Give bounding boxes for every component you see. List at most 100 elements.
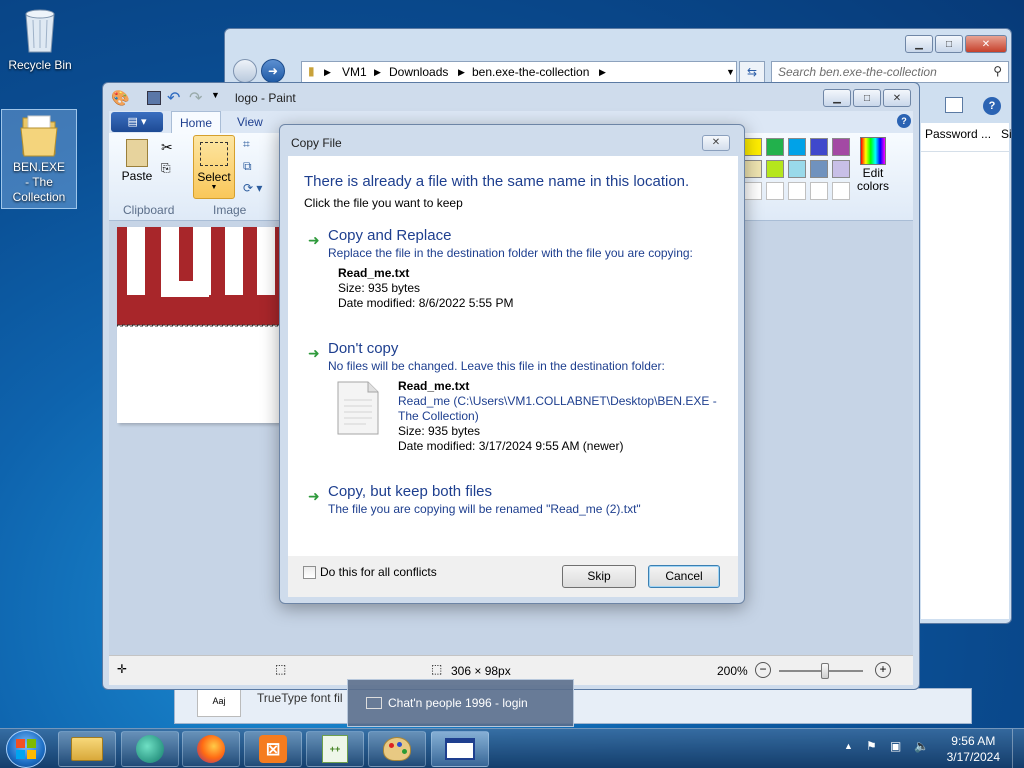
window-icon xyxy=(366,697,382,709)
color-swatch[interactable] xyxy=(810,138,828,156)
chevron-down-icon: ▼ xyxy=(210,184,218,191)
taskbar-preview-tooltip[interactable]: Chat'n people 1996 - login xyxy=(347,679,574,727)
chevron-right-icon[interactable]: ▶ xyxy=(458,67,465,78)
save-icon[interactable] xyxy=(147,91,161,105)
option-dont-copy[interactable]: ➜ Don't copy No files will be changed. L… xyxy=(308,340,728,470)
minimize-button[interactable]: ▁ xyxy=(905,35,933,53)
zoom-slider-thumb[interactable] xyxy=(821,663,830,679)
skip-button[interactable]: Skip xyxy=(562,565,636,588)
empty-color-swatch[interactable] xyxy=(766,182,784,200)
forward-button[interactable]: ➜ xyxy=(261,59,285,83)
copy-file-dialog[interactable]: Copy File ✕ There is already a file with… xyxy=(279,124,745,604)
network-icon[interactable]: ▣ xyxy=(890,739,901,753)
action-center-flag-icon[interactable]: ⚑ xyxy=(866,739,877,753)
color-swatch[interactable] xyxy=(766,138,784,156)
breadcrumb-vm1[interactable]: VM1 xyxy=(342,65,367,79)
search-input[interactable]: Search ben.exe-the-collection ⚲ xyxy=(771,61,1009,83)
cancel-button[interactable]: Cancel xyxy=(648,565,720,588)
color-swatch[interactable] xyxy=(810,160,828,178)
folder-icon xyxy=(71,737,103,761)
address-bar[interactable]: ▮ ▶ VM1 ▶ Downloads ▶ ben.exe-the-collec… xyxy=(301,61,737,83)
do-this-for-all-checkbox[interactable] xyxy=(303,566,316,579)
color-swatch[interactable] xyxy=(788,160,806,178)
image-dimensions: 306 × 98px xyxy=(451,664,511,678)
cut-icon[interactable]: ✂ xyxy=(161,139,173,156)
start-button[interactable] xyxy=(6,730,46,768)
help-icon[interactable]: ? xyxy=(897,114,911,128)
chevron-right-icon[interactable]: ▶ xyxy=(324,67,331,78)
select-button[interactable]: Select ▼ xyxy=(193,135,235,199)
preview-pane-button[interactable] xyxy=(945,97,963,113)
help-icon[interactable]: ? xyxy=(983,97,1001,115)
color-swatch[interactable] xyxy=(744,138,762,156)
notepad-plus-icon: ++ xyxy=(322,735,348,763)
file-list-pane[interactable]: Password ... Si xyxy=(921,123,1012,619)
empty-color-swatch[interactable] xyxy=(744,182,762,200)
windows-logo-icon xyxy=(16,739,36,759)
paint-menu-button[interactable]: ▤ ▾ xyxy=(111,112,163,132)
option-copy-and-replace[interactable]: ➜ Copy and Replace Replace the file in t… xyxy=(308,227,728,347)
rotate-icon[interactable]: ⟳ ▾ xyxy=(243,181,262,195)
column-header-password[interactable]: Password ... xyxy=(925,127,991,141)
option-description: The file you are copying will be renamed… xyxy=(328,502,641,516)
taskbar-notepad-plus[interactable]: ++ xyxy=(306,731,364,767)
copy-icon[interactable]: ⎘ xyxy=(161,161,171,176)
drawing-canvas[interactable] xyxy=(117,227,287,423)
refresh-button[interactable]: ⇆ xyxy=(739,61,765,83)
close-button[interactable]: ✕ xyxy=(702,135,730,151)
firefox-icon xyxy=(197,735,225,763)
color-swatch[interactable] xyxy=(832,160,850,178)
close-button[interactable]: ✕ xyxy=(883,89,911,107)
option-title: Copy, but keep both files xyxy=(328,483,492,500)
tab-home[interactable]: Home xyxy=(171,111,221,133)
option-keep-both[interactable]: ➜ Copy, but keep both files The file you… xyxy=(308,483,728,523)
taskbar-xampp[interactable]: ⊠ xyxy=(244,731,302,767)
edit-colors-button[interactable]: Edit colors xyxy=(851,135,895,199)
clipboard-group-label: Clipboard xyxy=(123,203,175,217)
clock[interactable]: 9:56 AM 3/17/2024 xyxy=(947,733,1000,765)
desktop-icon-label: Recycle Bin xyxy=(8,58,72,72)
column-header-size[interactable]: Si xyxy=(1001,127,1012,141)
redo-icon[interactable]: ↷ xyxy=(189,88,202,108)
show-hidden-icons[interactable]: ▲ xyxy=(844,741,853,751)
paste-button[interactable]: Paste xyxy=(117,137,157,193)
back-button[interactable] xyxy=(233,59,257,83)
tab-view[interactable]: View xyxy=(237,115,263,129)
desktop-icon-ben-exe-folder[interactable]: BEN.EXE - The Collection xyxy=(1,109,77,209)
volume-muted-icon[interactable]: 🔈 xyxy=(914,739,929,753)
chevron-right-icon[interactable]: ▶ xyxy=(374,67,381,78)
breadcrumb-downloads[interactable]: Downloads xyxy=(389,65,448,79)
empty-color-swatch[interactable] xyxy=(832,182,850,200)
color-swatch[interactable] xyxy=(788,138,806,156)
empty-color-swatch[interactable] xyxy=(788,182,806,200)
resize-icon[interactable]: ⧉ xyxy=(243,159,252,174)
address-dropdown-icon[interactable]: ▼ xyxy=(726,67,735,77)
crop-icon[interactable]: ⌗ xyxy=(243,137,250,152)
taskbar-explorer[interactable] xyxy=(58,731,116,767)
color-swatch[interactable] xyxy=(744,160,762,178)
taskbar-firefox[interactable] xyxy=(182,731,240,767)
zoom-slider[interactable] xyxy=(779,663,863,679)
quick-access-dropdown-icon[interactable]: ▼ xyxy=(211,90,220,100)
color-swatch[interactable] xyxy=(766,160,784,178)
zoom-out-button[interactable]: − xyxy=(755,662,771,678)
taskbar-paint[interactable] xyxy=(368,731,426,767)
breadcrumb-folder[interactable]: ben.exe-the-collection xyxy=(472,65,589,79)
file-path-line1: Read_me (C:\Users\VM1.COLLABNET\Desktop\… xyxy=(398,394,717,408)
taskbar-app-globe[interactable] xyxy=(121,731,179,767)
empty-color-swatch[interactable] xyxy=(810,182,828,200)
taskbar-chat-app[interactable] xyxy=(431,731,489,767)
undo-icon[interactable]: ↶ xyxy=(167,88,180,108)
minimize-button[interactable]: ▁ xyxy=(823,89,851,107)
recycle-bin-icon xyxy=(25,9,55,53)
maximize-button[interactable]: □ xyxy=(935,35,963,53)
file-size: Size: 935 bytes xyxy=(338,281,421,295)
paste-label: Paste xyxy=(121,169,153,183)
maximize-button[interactable]: □ xyxy=(853,89,881,107)
chevron-right-icon[interactable]: ▶ xyxy=(599,67,606,78)
desktop-icon-recycle-bin[interactable]: Recycle Bin xyxy=(2,4,78,78)
show-desktop-button[interactable] xyxy=(1012,729,1024,768)
close-button[interactable]: ✕ xyxy=(965,35,1007,53)
color-swatch[interactable] xyxy=(832,138,850,156)
zoom-in-button[interactable]: + xyxy=(875,662,891,678)
